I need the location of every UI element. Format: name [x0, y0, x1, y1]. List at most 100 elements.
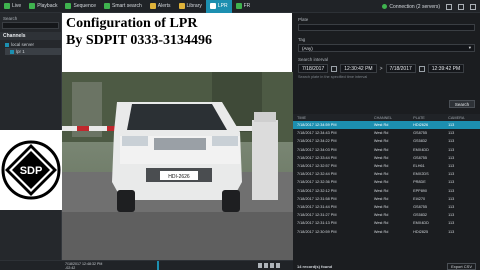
- menu-item-fr[interactable]: FR: [232, 0, 255, 13]
- table-row[interactable]: 7/18/2017 12:31:58 PM West Rd EI4270 113: [293, 195, 480, 203]
- table-row[interactable]: 7/18/2017 12:30:59 PM West Rd HDI2825 113: [293, 227, 480, 235]
- table-cell: 113: [448, 139, 455, 144]
- interval-hint: Search plate in the specified time inter…: [298, 75, 368, 79]
- timeline-offset: -02:42: [65, 266, 76, 270]
- plate-input[interactable]: [298, 24, 475, 31]
- menu-item-library[interactable]: Library: [175, 0, 206, 13]
- table-cell: 7/18/2017 12:31:27 PM: [297, 213, 337, 218]
- step-icon[interactable]: [276, 263, 280, 268]
- tag-select[interactable]: (Any) ▾: [298, 44, 475, 52]
- chevron-down-icon: ▾: [468, 45, 471, 50]
- table-cell: EI4270: [413, 196, 426, 201]
- table-cell: 7/18/2017 12:32:36 PM: [297, 180, 337, 185]
- calendar-icon[interactable]: [418, 65, 425, 72]
- col-camera[interactable]: CAMERA: [444, 114, 480, 121]
- table-row[interactable]: 7/18/2017 12:31:27 PM West Rd GS5832 113: [293, 211, 480, 219]
- tree-item-label: local server: [11, 42, 35, 47]
- channels-header[interactable]: Channels: [0, 32, 61, 40]
- table-row[interactable]: 7/18/2017 12:32:44 PM West Rd EMX2DS 113: [293, 170, 480, 178]
- table-cell: 7/18/2017 12:32:57 PM: [297, 164, 337, 169]
- table-cell: 7/18/2017 12:34:22 PM: [297, 139, 337, 144]
- menu-item-label: LPR: [217, 3, 228, 9]
- table-cell: 113: [448, 188, 455, 193]
- table-row[interactable]: 7/18/2017 12:31:44 PM West Rd GS8755 113: [293, 203, 480, 211]
- table-cell: 113: [444, 121, 480, 130]
- table-cell: ELH61: [413, 164, 425, 169]
- table-row[interactable]: 7/18/2017 12:34:43 PM West Rd GS8755 113: [293, 129, 480, 137]
- maximize-icon[interactable]: [458, 3, 464, 10]
- tag-value: (Any): [302, 45, 313, 51]
- menu-item-live[interactable]: Live: [0, 0, 25, 13]
- sequence-icon: [65, 3, 72, 9]
- table-cell: EMX4DD: [413, 147, 429, 152]
- table-cell: 7/18/2017 12:32:12 PM: [297, 188, 337, 193]
- table-row[interactable]: 7/18/2017 12:34:03 PM West Rd EMX4DD 113: [293, 146, 480, 154]
- tree-item-camera[interactable]: lpr 1: [5, 48, 61, 55]
- table-cell: West Rd: [373, 196, 389, 201]
- table-row[interactable]: 7/18/2017 12:32:12 PM West Rd EPP890 113: [293, 187, 480, 195]
- table-cell: 113: [448, 196, 455, 201]
- col-time[interactable]: TIME: [293, 114, 370, 121]
- menu-item-sequence[interactable]: Sequence: [61, 0, 100, 13]
- stop-icon[interactable]: [270, 263, 274, 268]
- table-row[interactable]: 7/18/2017 12:33:44 PM West Rd GS8755 113: [293, 154, 480, 162]
- to-date-field[interactable]: 7/18/2017: [385, 64, 416, 73]
- menu-item-lpr[interactable]: LPR: [205, 0, 232, 13]
- calendar-icon[interactable]: [331, 65, 338, 72]
- from-date-field[interactable]: 7/18/2017: [298, 64, 329, 73]
- connection-label: Connection (2 servers): [389, 3, 440, 10]
- table-cell: 113: [448, 172, 455, 177]
- table-cell: GS8755: [413, 204, 428, 209]
- table-cell: 113: [448, 155, 455, 160]
- table-cell: GS5832: [413, 213, 428, 218]
- main-menu-bar: Live Playback Sequence Smart search Alerts Li…: [0, 0, 480, 13]
- menu-item-label: Alerts: [157, 3, 171, 9]
- channel-search-input[interactable]: [2, 22, 59, 29]
- timeline-cursor[interactable]: [157, 261, 159, 270]
- table-cell: 113: [448, 229, 455, 234]
- menu-item-alerts[interactable]: Alerts: [146, 0, 175, 13]
- camera-video-feed[interactable]: HDI-2626: [62, 72, 293, 260]
- pause-icon[interactable]: [264, 263, 268, 268]
- export-csv-button[interactable]: Export CSV: [447, 262, 476, 270]
- left-footer: [0, 260, 62, 270]
- close-icon[interactable]: [470, 3, 476, 10]
- menu-item-smart-search[interactable]: Smart search: [100, 0, 146, 13]
- to-time-field[interactable]: 12:39:42 PM: [427, 64, 465, 73]
- playback-icon: [29, 3, 36, 9]
- playback-timeline[interactable]: 7/18/2017 12:48:32 PM -02:42: [62, 260, 293, 270]
- menu-item-label: Library: [186, 3, 202, 9]
- table-cell: West Rd: [373, 188, 389, 193]
- table-cell: West Rd: [373, 131, 389, 136]
- table-cell: West Rd: [373, 147, 389, 152]
- table-row[interactable]: 7/18/2017 12:32:36 PM West Rd PR8DE 113: [293, 178, 480, 186]
- table-row[interactable]: 7/18/2017 12:34:22 PM West Rd GS5832 113: [293, 137, 480, 145]
- play-icon[interactable]: [258, 263, 262, 268]
- connection-status[interactable]: Connection (2 servers): [382, 4, 440, 10]
- menu-item-playback[interactable]: Playback: [25, 0, 61, 13]
- connection-icon: [382, 4, 388, 9]
- live-icon: [4, 3, 10, 9]
- table-row[interactable]: 7/18/2017 12:31:13 PM West Rd EMX4DD 113: [293, 219, 480, 227]
- col-channel[interactable]: CHANNEL: [369, 114, 410, 121]
- range-separator: >: [379, 65, 383, 72]
- library-icon: [178, 3, 185, 9]
- col-plate[interactable]: PLATE: [409, 114, 445, 121]
- table-row[interactable]: 7/18/2017 12:32:57 PM West Rd ELH61 113: [293, 162, 480, 170]
- table-cell: GS8755: [413, 131, 428, 136]
- title-line-2: By SDPIT 0333-3134496: [66, 33, 212, 48]
- table-cell: EMX4DD: [413, 221, 429, 226]
- menu-item-label: Playback: [37, 3, 58, 9]
- lpr-search-panel: Plate Tag (Any) ▾ Search interval 7/18/2…: [293, 13, 480, 270]
- search-label: Search: [3, 16, 18, 21]
- minimize-icon[interactable]: [446, 3, 452, 10]
- table-cell: 113: [448, 147, 455, 152]
- search-button[interactable]: Search: [449, 100, 475, 108]
- table-row[interactable]: 7/18/2017 12:34:59 PM West Rd HDI2626 113: [293, 121, 480, 130]
- table-cell: West Rd: [373, 229, 389, 234]
- plate-label: Plate: [298, 17, 309, 22]
- table-cell: West Rd: [373, 213, 389, 218]
- tree-item-server[interactable]: local server: [5, 41, 61, 48]
- from-time-field[interactable]: 12:30:42 PM: [340, 64, 377, 73]
- table-cell: West Rd: [373, 221, 389, 226]
